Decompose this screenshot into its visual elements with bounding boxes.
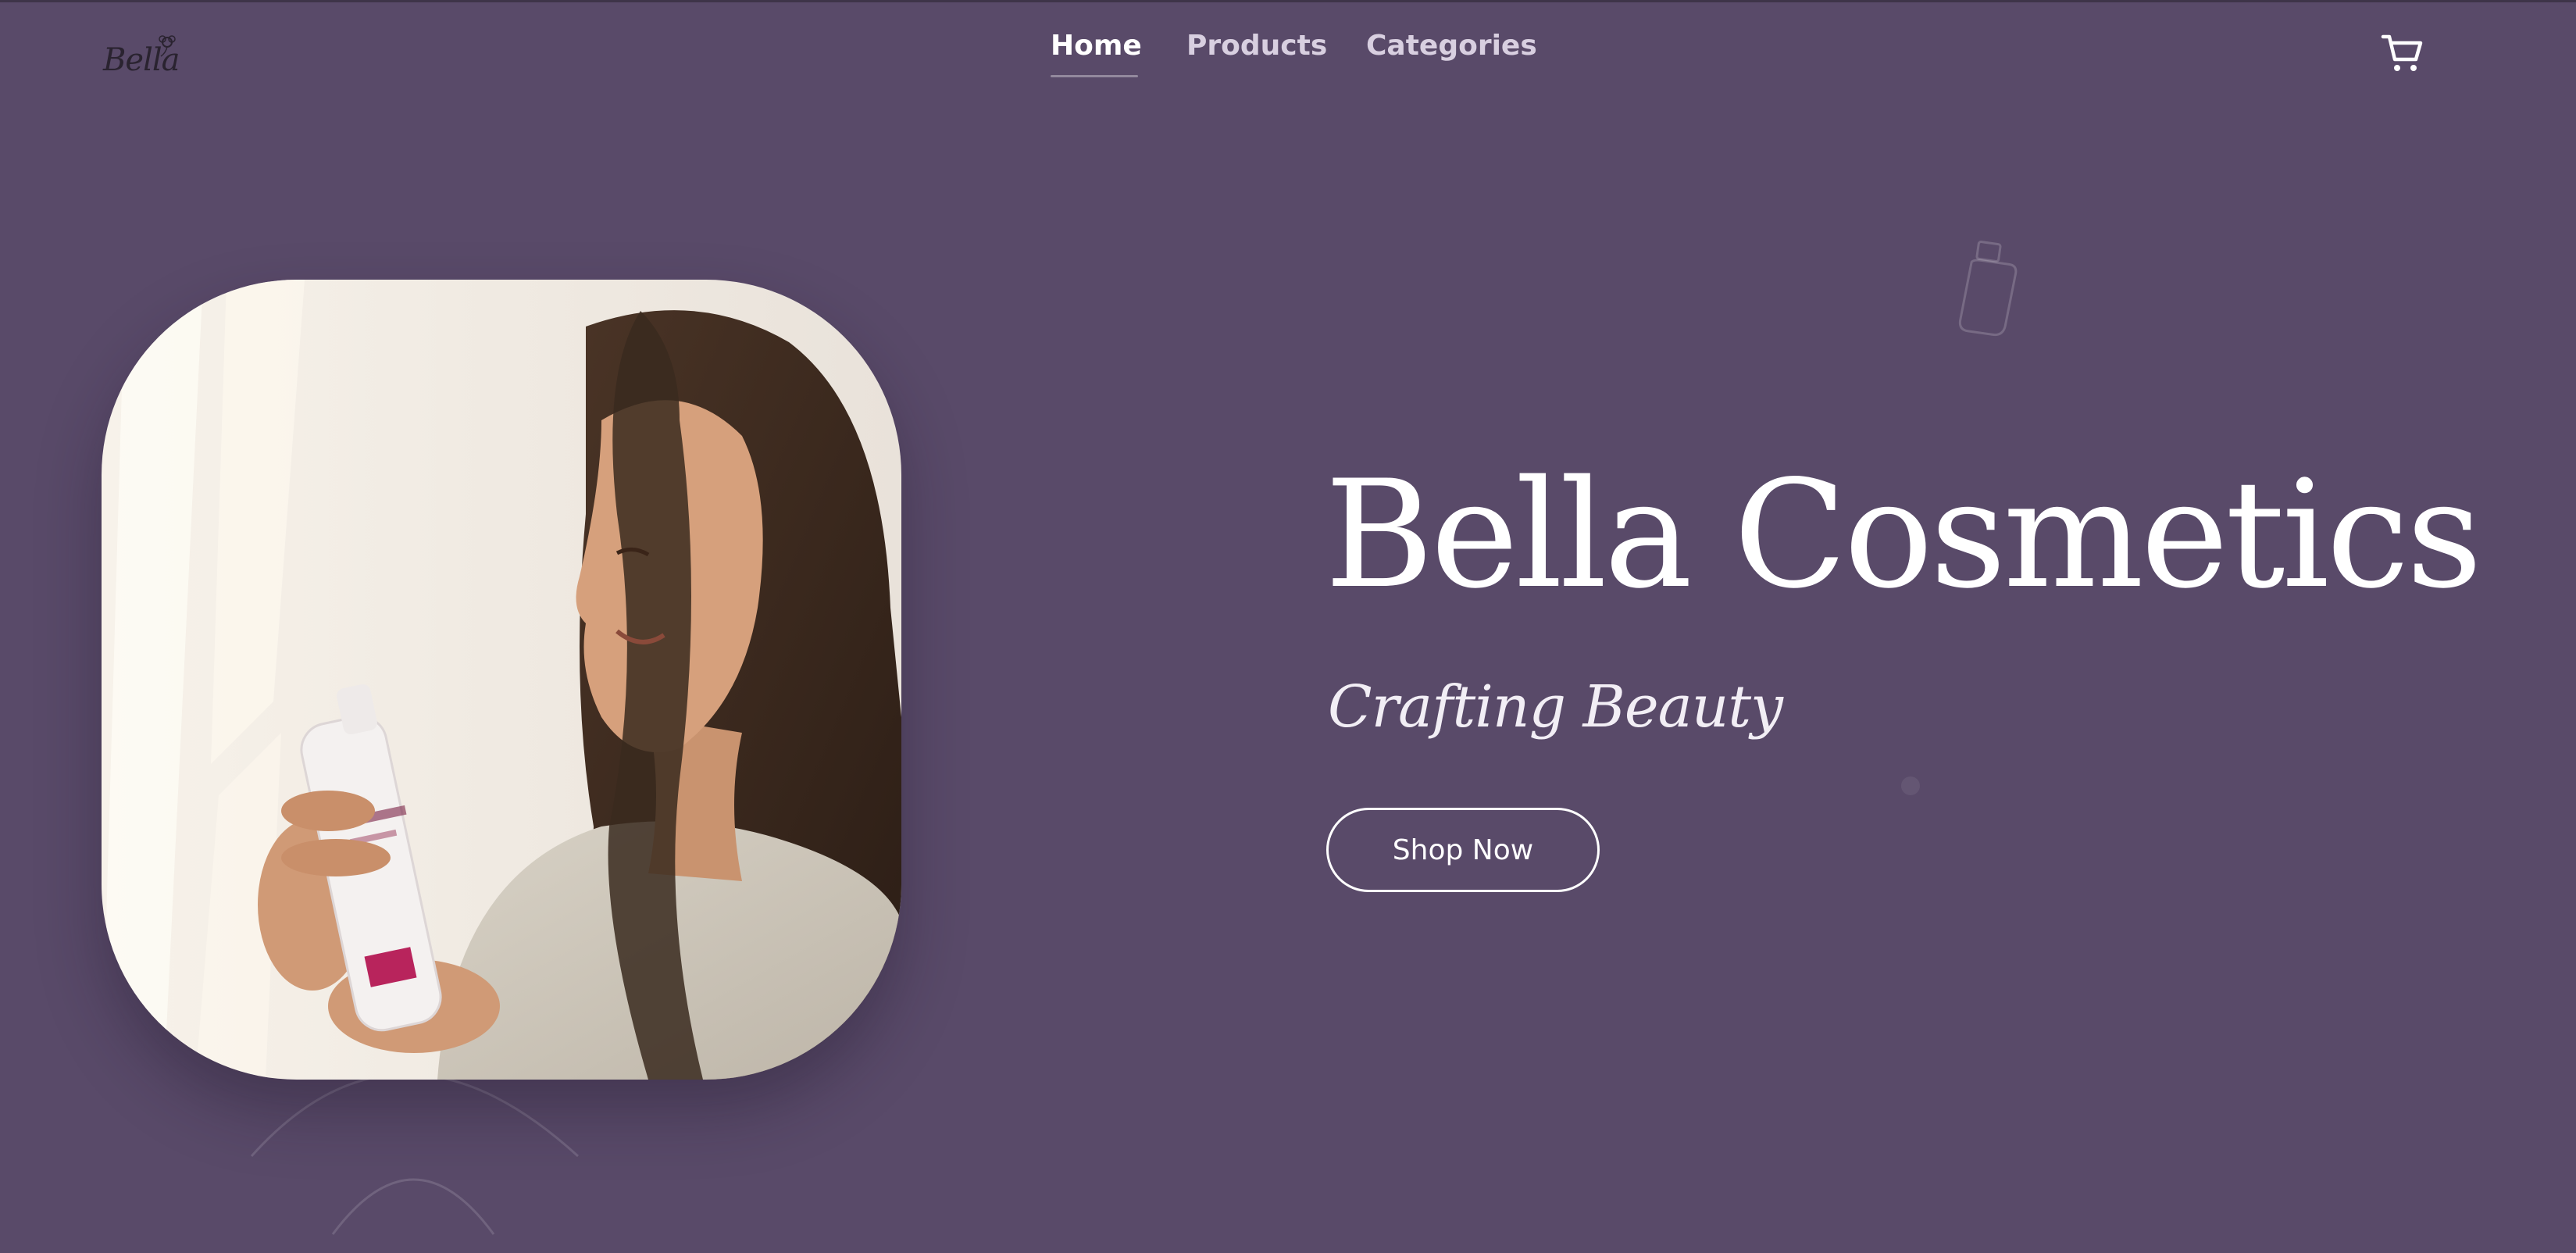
brand-logo[interactable]: Bella xyxy=(100,30,194,84)
hero-title: Bella Cosmetics xyxy=(1325,448,2482,621)
nav-item-home[interactable]: Home xyxy=(1051,30,1142,62)
arc-decoration xyxy=(250,1073,580,1235)
cart-icon xyxy=(2381,34,2423,71)
nav-item-products[interactable]: Products xyxy=(1186,30,1327,62)
shop-now-button[interactable]: Shop Now xyxy=(1326,808,1600,892)
nav-item-categories[interactable]: Categories xyxy=(1366,30,1537,62)
dot-decoration xyxy=(1901,776,1920,795)
top-border xyxy=(0,0,2576,2)
active-nav-indicator xyxy=(1051,75,1138,77)
cart-button[interactable] xyxy=(2379,30,2426,77)
hero-image xyxy=(102,280,901,1080)
bottle-outline-decoration xyxy=(1958,241,2018,337)
flower-icon xyxy=(159,35,176,57)
hero-subtitle: Crafting Beauty xyxy=(1328,673,1783,741)
hero-photo-illustration xyxy=(102,280,901,1080)
